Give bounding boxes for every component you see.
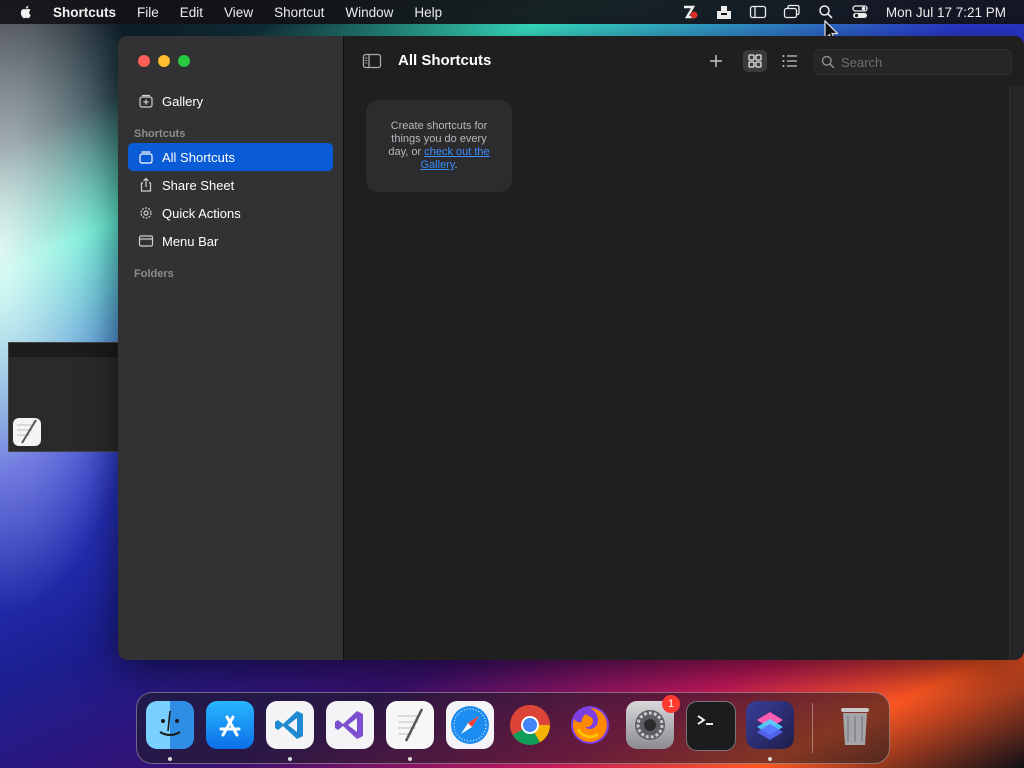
terminal-icon[interactable] <box>686 701 736 751</box>
empty-state-period: . <box>454 159 458 171</box>
apple-menu-icon[interactable] <box>18 4 34 20</box>
page-title: All Shortcuts <box>398 52 492 69</box>
toggle-sidebar-button[interactable] <box>360 50 384 72</box>
dock-separator <box>812 703 813 753</box>
safari-icon[interactable] <box>446 701 494 749</box>
menu-help[interactable]: Help <box>414 5 442 20</box>
menu-file[interactable]: File <box>137 5 159 20</box>
empty-state-text: Create shortcuts for things you do every… <box>380 120 498 172</box>
sidebar-item-share-sheet[interactable]: Share Sheet <box>128 171 333 199</box>
sidebar-item-menu-bar[interactable]: Menu Bar <box>128 227 333 255</box>
sidebar: Gallery Shortcuts All Shortcuts Share Sh… <box>118 36 344 660</box>
sidebar-item-gallery[interactable]: Gallery <box>128 87 333 115</box>
app-store-icon[interactable] <box>206 701 254 749</box>
dock-running-indicator <box>168 757 172 761</box>
menu-app-name[interactable]: Shortcuts <box>53 5 116 20</box>
window-minimize-button[interactable] <box>158 55 170 67</box>
background-window-thumbnail[interactable] <box>8 342 120 452</box>
vertical-scrollbar[interactable] <box>1009 86 1024 660</box>
menu-shortcut[interactable]: Shortcut <box>274 5 324 20</box>
system-settings-icon[interactable]: 1 <box>626 695 680 749</box>
search-icon <box>821 55 835 69</box>
window-zoom-button[interactable] <box>178 55 190 67</box>
empty-state-card: Create shortcuts for things you do every… <box>366 100 512 192</box>
menubar-clock[interactable]: Mon Jul 17 7:21 PM <box>886 5 1006 20</box>
creative-cloud-icon[interactable] <box>680 4 700 20</box>
menubar-icon <box>138 233 154 249</box>
textedit-icon[interactable] <box>386 701 434 749</box>
dock: 1 <box>136 692 890 764</box>
main-content: All Shortcuts Create shortcuts for thing… <box>344 36 1024 660</box>
sidebar-item-quick-actions[interactable]: Quick Actions <box>128 199 333 227</box>
sidebar-item-all-shortcuts[interactable]: All Shortcuts <box>128 143 333 171</box>
sidebar-item-label: Quick Actions <box>162 205 241 221</box>
vscode-icon[interactable] <box>266 701 314 749</box>
list-view-button[interactable] <box>778 50 802 72</box>
search-input[interactable] <box>839 53 1003 71</box>
gallery-icon <box>138 93 154 109</box>
window-close-button[interactable] <box>138 55 150 67</box>
notification-badge: 1 <box>662 695 680 713</box>
finder-icon[interactable] <box>146 701 194 749</box>
screen-mirroring-icon[interactable] <box>782 4 802 20</box>
dock-running-indicator <box>288 757 292 761</box>
control-center-icon[interactable] <box>850 4 870 20</box>
menu-edit[interactable]: Edit <box>180 5 203 20</box>
menu-view[interactable]: View <box>224 5 253 20</box>
inbox-tray-icon[interactable] <box>714 4 734 20</box>
firefox-icon[interactable] <box>566 701 614 749</box>
menu-window[interactable]: Window <box>345 5 393 20</box>
dock-running-indicator <box>768 757 772 761</box>
add-shortcut-button[interactable] <box>704 50 728 72</box>
spotlight-search-icon[interactable] <box>816 4 836 20</box>
sidebar-item-label: Gallery <box>162 93 204 109</box>
sidebar-list-icon[interactable] <box>748 4 768 20</box>
trash-icon[interactable] <box>831 701 879 749</box>
gear-icon <box>138 205 154 221</box>
shortcuts-section-header: Shortcuts <box>134 128 186 140</box>
chrome-icon[interactable] <box>506 701 554 749</box>
search-field[interactable] <box>814 49 1012 75</box>
menubar: Shortcuts File Edit View Shortcut Window… <box>0 0 1024 24</box>
folders-section-header: Folders <box>134 268 174 280</box>
sidebar-item-label: Share Sheet <box>162 177 235 193</box>
dock-running-indicator <box>408 757 412 761</box>
shortcuts-icon[interactable] <box>746 701 794 749</box>
sidebar-item-label: Menu Bar <box>162 233 219 249</box>
textedit-thumbnail-icon <box>13 418 41 446</box>
sidebar-item-label: All Shortcuts <box>162 149 235 165</box>
visual-studio-icon[interactable] <box>326 701 374 749</box>
shortcuts-window: Gallery Shortcuts All Shortcuts Share Sh… <box>118 36 1024 660</box>
grid-view-button[interactable] <box>743 50 767 72</box>
thumbnail-titlebar <box>9 343 119 357</box>
share-icon <box>138 177 154 193</box>
stack-icon <box>138 149 154 165</box>
